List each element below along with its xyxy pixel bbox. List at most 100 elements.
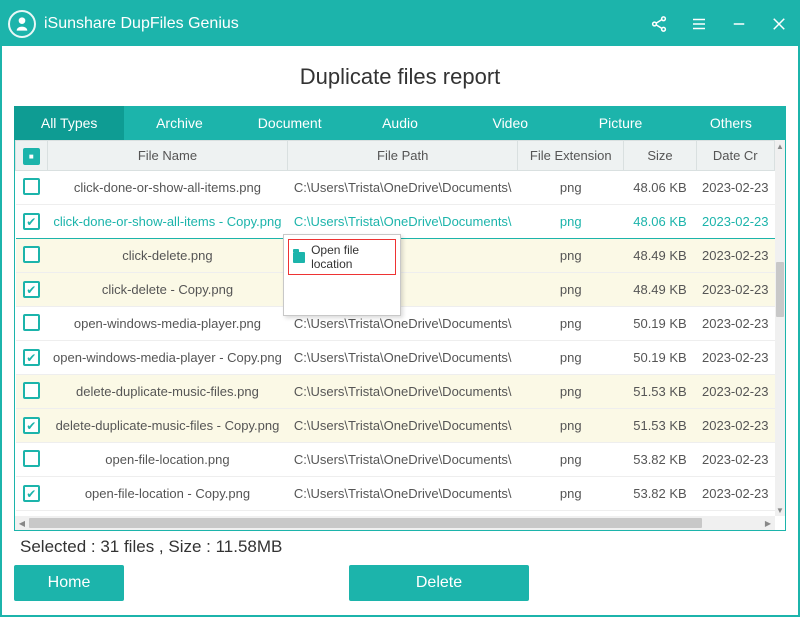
cell-date: 2023-02-23 bbox=[696, 171, 775, 205]
cell-date: 2023-02-23 bbox=[696, 273, 775, 307]
cell-filepath: C:\Users\Trista\OneDrive\Documents\ bbox=[288, 375, 518, 409]
tab-video[interactable]: Video bbox=[455, 106, 565, 140]
cell-size: 50.19 KB bbox=[624, 341, 696, 375]
horizontal-scrollbar[interactable]: ◀ ▶ bbox=[15, 516, 775, 530]
table-row[interactable]: delete-duplicate-music-files - Copy.pngC… bbox=[16, 409, 775, 443]
cell-filepath: C:\Users\Trista\OneDrive\Documents\ bbox=[288, 443, 518, 477]
row-checkbox[interactable] bbox=[23, 382, 40, 399]
open-file-location-menuitem[interactable]: Open file location bbox=[288, 239, 396, 275]
cell-size: 48.06 KB bbox=[624, 205, 696, 239]
cell-filename: delete-duplicate-music-files - Copy.png bbox=[47, 409, 288, 443]
vscroll-thumb[interactable] bbox=[776, 262, 784, 317]
table-container: File Name File Path File Extension Size … bbox=[14, 140, 786, 531]
scroll-left-icon[interactable]: ◀ bbox=[15, 519, 29, 528]
delete-button[interactable]: Delete bbox=[349, 565, 529, 601]
app-window: iSunshare DupFiles Genius Duplicate file… bbox=[0, 0, 800, 617]
table-row[interactable]: open-file-location - Copy.pngC:\Users\Tr… bbox=[16, 477, 775, 511]
cell-filepath: C:\Users\Trista\OneDrive\Documents\ bbox=[288, 409, 518, 443]
col-size[interactable]: Size bbox=[624, 141, 696, 171]
cell-filepath: C:\Users\Trista\OneDrive\Documents\ bbox=[288, 477, 518, 511]
scroll-down-icon[interactable]: ▼ bbox=[775, 504, 785, 516]
table-row[interactable]: click-done-or-show-all-items.pngC:\Users… bbox=[16, 171, 775, 205]
cell-date: 2023-02-23 bbox=[696, 307, 775, 341]
close-icon[interactable] bbox=[770, 15, 788, 33]
table-row[interactable]: open-windows-media-player - Copy.pngC:\U… bbox=[16, 341, 775, 375]
col-date[interactable]: Date Cr bbox=[696, 141, 775, 171]
col-filepath[interactable]: File Path bbox=[288, 141, 518, 171]
menu-icon[interactable] bbox=[690, 15, 708, 33]
cell-filepath: C:\Users\Trista\OneDrive\Documents\ bbox=[288, 341, 518, 375]
cell-extension: png bbox=[518, 205, 624, 239]
tab-archive[interactable]: Archive bbox=[124, 106, 234, 140]
cell-size: 51.53 KB bbox=[624, 375, 696, 409]
row-checkbox[interactable] bbox=[23, 281, 40, 298]
cell-size: 48.49 KB bbox=[624, 239, 696, 273]
cell-extension: png bbox=[518, 171, 624, 205]
cell-filename: click-delete - Copy.png bbox=[47, 273, 288, 307]
cell-filepath: C:\Users\Trista\OneDrive\Documents\ bbox=[288, 171, 518, 205]
cell-extension: png bbox=[518, 477, 624, 511]
context-item-label: Open file location bbox=[311, 243, 391, 271]
cell-filename: open-file-location - Copy.png bbox=[47, 477, 288, 511]
page-title: Duplicate files report bbox=[2, 46, 798, 106]
tab-others[interactable]: Others bbox=[676, 106, 786, 140]
tab-all-types[interactable]: All Types bbox=[14, 106, 124, 140]
tab-picture[interactable]: Picture bbox=[565, 106, 675, 140]
cell-size: 50.19 KB bbox=[624, 307, 696, 341]
select-all-checkbox[interactable] bbox=[23, 148, 40, 165]
cell-extension: png bbox=[518, 409, 624, 443]
row-checkbox[interactable] bbox=[23, 349, 40, 366]
row-checkbox[interactable] bbox=[23, 314, 40, 331]
cell-filename: open-windows-media-player.png bbox=[47, 307, 288, 341]
app-logo-icon bbox=[8, 10, 36, 38]
cell-filename: delete-duplicate-music-files.png bbox=[47, 375, 288, 409]
files-table: File Name File Path File Extension Size … bbox=[15, 140, 775, 511]
table-row[interactable]: open-file-location.pngC:\Users\Trista\On… bbox=[16, 443, 775, 477]
cell-filename: open-windows-media-player - Copy.png bbox=[47, 341, 288, 375]
cell-filename: click-delete.png bbox=[47, 239, 288, 273]
titlebar: iSunshare DupFiles Genius bbox=[2, 2, 798, 46]
cell-date: 2023-02-23 bbox=[696, 375, 775, 409]
share-icon[interactable] bbox=[650, 15, 668, 33]
row-checkbox[interactable] bbox=[23, 178, 40, 195]
cell-date: 2023-02-23 bbox=[696, 409, 775, 443]
row-checkbox[interactable] bbox=[23, 246, 40, 263]
row-checkbox[interactable] bbox=[23, 450, 40, 467]
content-area: All TypesArchiveDocumentAudioVideoPictur… bbox=[2, 106, 798, 565]
col-filename[interactable]: File Name bbox=[47, 141, 288, 171]
cell-extension: png bbox=[518, 375, 624, 409]
tab-audio[interactable]: Audio bbox=[345, 106, 455, 140]
cell-extension: png bbox=[518, 307, 624, 341]
filter-tabs: All TypesArchiveDocumentAudioVideoPictur… bbox=[14, 106, 786, 140]
cell-size: 53.82 KB bbox=[624, 443, 696, 477]
row-checkbox[interactable] bbox=[23, 485, 40, 502]
cell-date: 2023-02-23 bbox=[696, 205, 775, 239]
row-checkbox[interactable] bbox=[23, 213, 40, 230]
hscroll-thumb[interactable] bbox=[29, 518, 702, 528]
cell-size: 51.53 KB bbox=[624, 409, 696, 443]
titlebar-controls bbox=[650, 15, 788, 33]
minimize-icon[interactable] bbox=[730, 15, 748, 33]
cell-size: 48.06 KB bbox=[624, 171, 696, 205]
row-checkbox[interactable] bbox=[23, 417, 40, 434]
cell-extension: png bbox=[518, 273, 624, 307]
cell-extension: png bbox=[518, 239, 624, 273]
cell-date: 2023-02-23 bbox=[696, 477, 775, 511]
scroll-right-icon[interactable]: ▶ bbox=[761, 519, 775, 528]
cell-extension: png bbox=[518, 443, 624, 477]
tab-document[interactable]: Document bbox=[235, 106, 345, 140]
cell-date: 2023-02-23 bbox=[696, 239, 775, 273]
table-row[interactable]: delete-duplicate-music-files.pngC:\Users… bbox=[16, 375, 775, 409]
cell-date: 2023-02-23 bbox=[696, 443, 775, 477]
cell-filename: click-done-or-show-all-items - Copy.png bbox=[47, 205, 288, 239]
cell-filename: open-file-location.png bbox=[47, 443, 288, 477]
context-menu: Open file location bbox=[283, 234, 401, 316]
home-button[interactable]: Home bbox=[14, 565, 124, 601]
folder-icon bbox=[293, 252, 305, 263]
status-bar: Selected : 31 files , Size : 11.58MB bbox=[14, 531, 786, 565]
cell-size: 48.49 KB bbox=[624, 273, 696, 307]
vertical-scrollbar[interactable]: ▲ ▼ bbox=[775, 140, 785, 516]
scroll-up-icon[interactable]: ▲ bbox=[775, 140, 785, 152]
cell-extension: png bbox=[518, 341, 624, 375]
col-extension[interactable]: File Extension bbox=[518, 141, 624, 171]
